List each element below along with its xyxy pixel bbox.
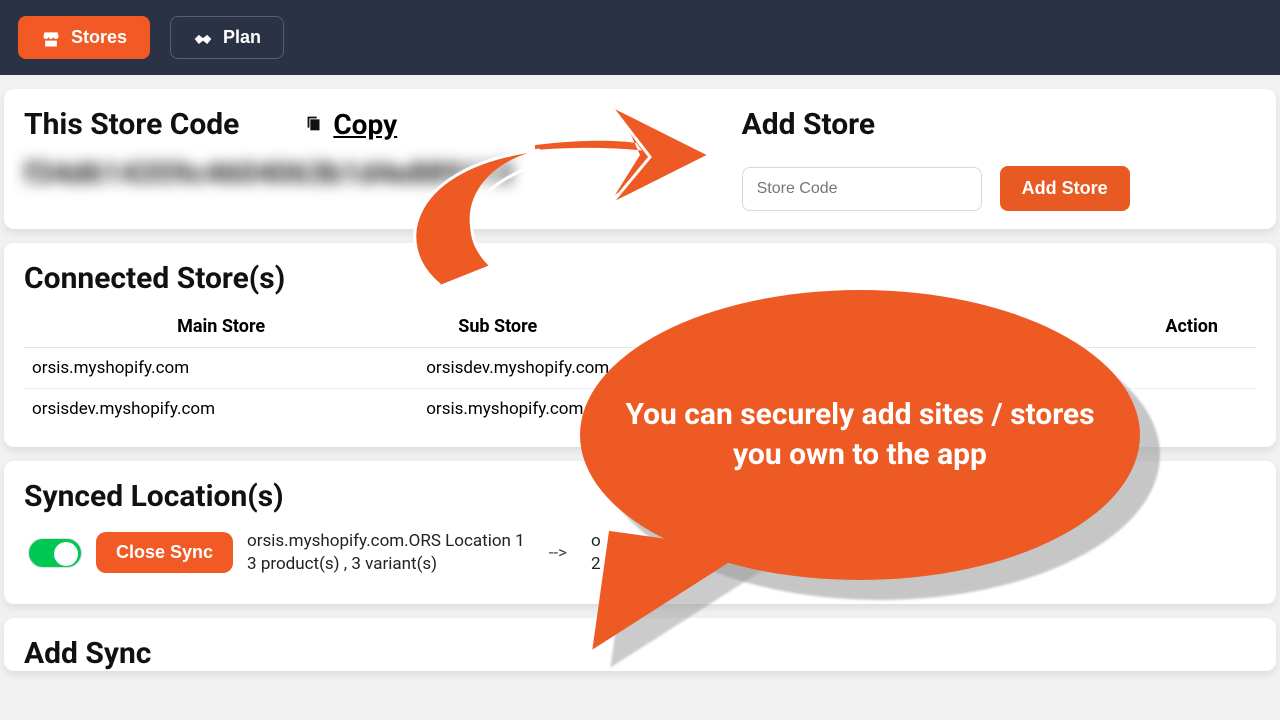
store-code-input[interactable]	[742, 167, 982, 211]
nav-stores-label: Stores	[71, 27, 127, 48]
col-action: Action	[812, 306, 1256, 348]
add-sync-panel: Add Sync	[4, 618, 1276, 671]
table-row: orsisdev.myshopify.com orsis.myshopify.c…	[24, 389, 1256, 430]
cell-sub: orsisdev.myshopify.com	[418, 348, 812, 389]
add-store-title: Add Store	[742, 107, 1256, 142]
this-store-code-title: This Store Code	[24, 107, 239, 142]
connected-stores-table: Main Store Sub Store Action orsis.myshop…	[24, 306, 1256, 429]
connected-stores-title: Connected Store(s)	[24, 261, 1256, 296]
col-main-store: Main Store	[24, 306, 418, 348]
nav-plan-label: Plan	[223, 27, 261, 48]
handshake-icon	[193, 29, 213, 47]
cell-sub: orsis.myshopify.com	[418, 389, 812, 430]
store-code-panel: This Store Code Copy f34d614359c4604063b…	[4, 89, 1276, 229]
sync-source: orsis.myshopify.com.ORS Location 1 3 pro…	[247, 530, 525, 576]
cell-main: orsisdev.myshopify.com	[24, 389, 418, 430]
store-icon	[41, 29, 61, 47]
synced-locations-panel: Synced Location(s) Close Sync orsis.mysh…	[4, 461, 1276, 604]
copy-label: Copy	[333, 108, 397, 141]
sync-arrow: -->	[539, 543, 577, 563]
col-sub-store: Sub Store	[418, 306, 812, 348]
navbar: Stores Plan	[0, 0, 1280, 75]
add-sync-title: Add Sync	[24, 636, 1256, 671]
nav-plan-button[interactable]: Plan	[170, 16, 284, 59]
synced-locations-title: Synced Location(s)	[24, 479, 1256, 514]
copy-button[interactable]: Copy	[303, 108, 397, 141]
table-row: orsis.myshopify.com orsisdev.myshopify.c…	[24, 348, 1256, 389]
close-sync-button[interactable]: Close Sync	[96, 532, 233, 573]
cell-main: orsis.myshopify.com	[24, 348, 418, 389]
sync-toggle[interactable]	[28, 538, 82, 568]
copy-icon	[303, 108, 325, 141]
connected-stores-panel: Connected Store(s) Main Store Sub Store …	[4, 243, 1276, 447]
sync-dest: orsisdev.myshopify.com.ORS From SKU 2 p	[591, 530, 890, 576]
add-store-button[interactable]: Add Store	[1000, 166, 1130, 211]
sync-row: Close Sync orsis.myshopify.com.ORS Locat…	[24, 520, 1256, 586]
store-code-value: f34d614359c4604063b1d4e889113	[24, 156, 702, 191]
nav-stores-button[interactable]: Stores	[18, 16, 150, 59]
